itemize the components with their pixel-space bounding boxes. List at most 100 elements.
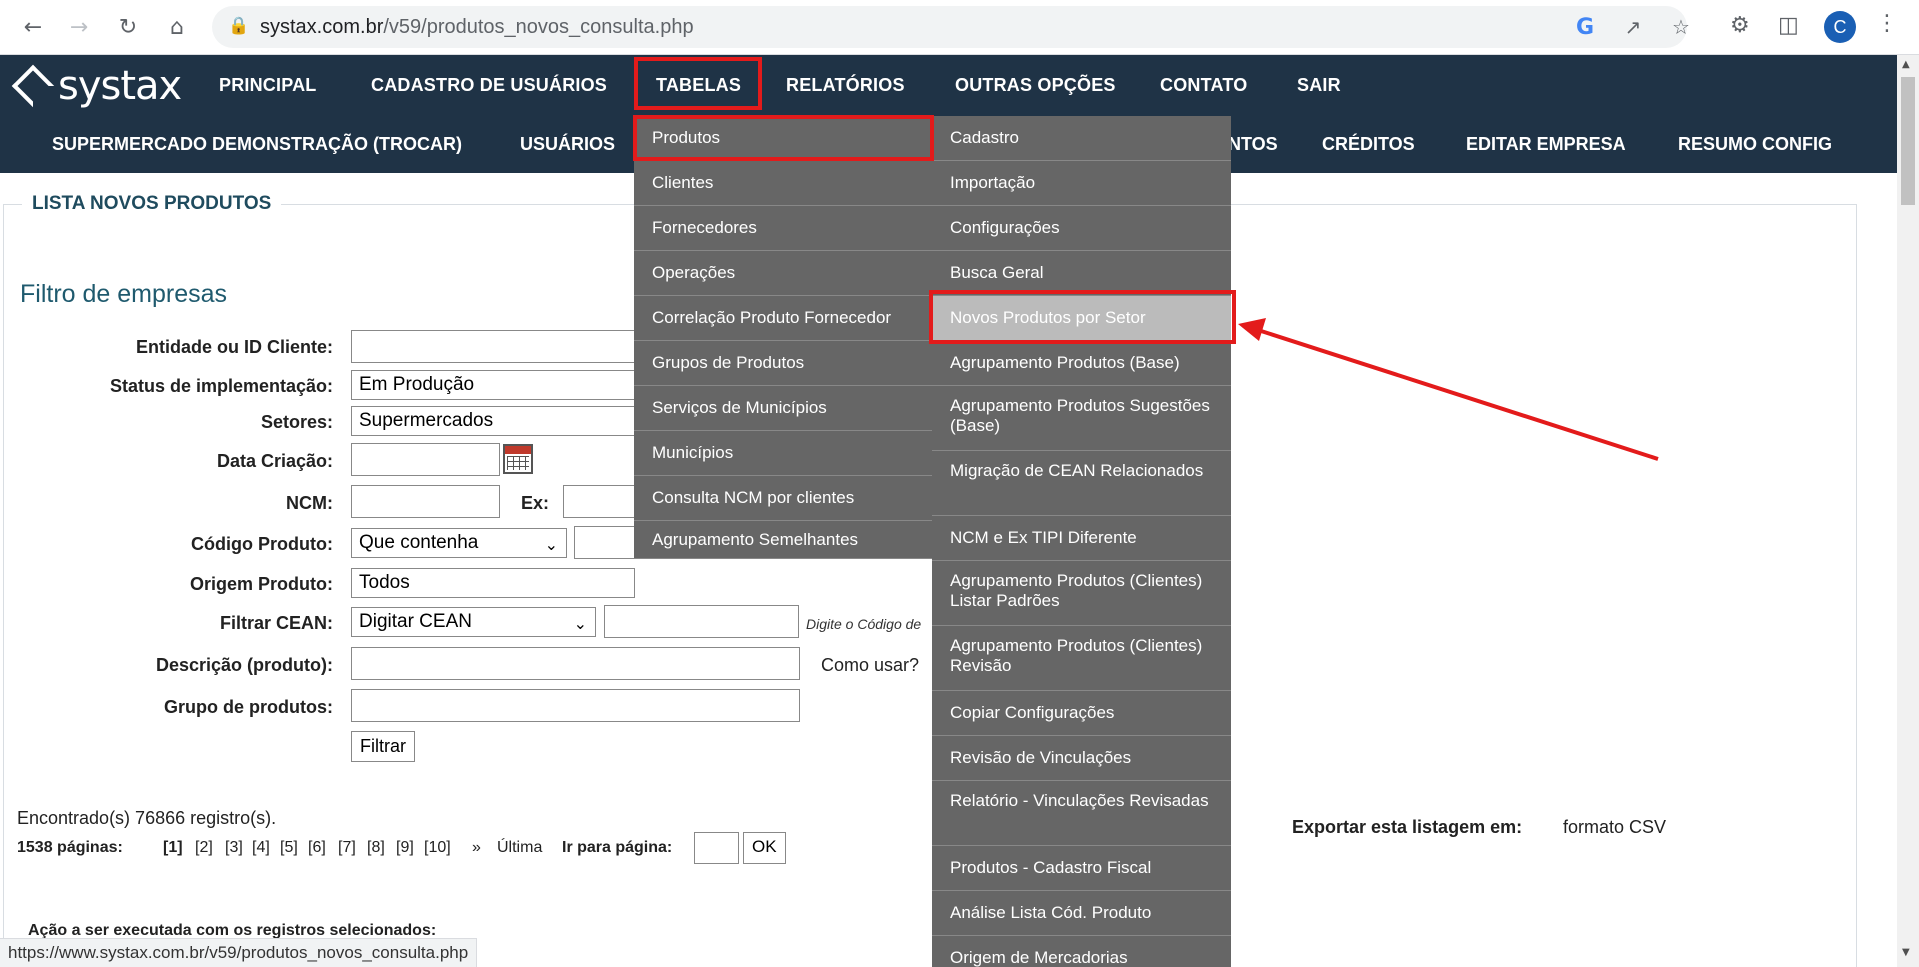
logo[interactable]: systax <box>11 63 182 109</box>
nav-principal[interactable]: PRINCIPAL <box>219 75 316 96</box>
data-criacao-input[interactable] <box>351 443 500 476</box>
menu-item-grupos-produtos[interactable]: Grupos de Produtos <box>634 341 933 386</box>
export-csv-link[interactable]: formato CSV <box>1563 817 1666 838</box>
submenu-item-agrupamento-sugestoes[interactable]: Agrupamento Produtos Sugestões (Base) <box>932 386 1231 451</box>
setores-select[interactable]: Supermercados <box>351 406 641 436</box>
submenu-item-revisao-vinculacoes[interactable]: Revisão de Vinculações <box>932 736 1231 781</box>
page-link[interactable]: [8] <box>367 839 385 857</box>
avatar[interactable]: C <box>1824 11 1856 43</box>
menu-item-agrupamento-semelhantes[interactable]: Agrupamento Semelhantes <box>634 521 933 559</box>
codigo-input[interactable] <box>574 526 635 559</box>
menu-item-correlacao[interactable]: Correlação Produto Fornecedor <box>634 296 933 341</box>
label-entidade: Entidade ou ID Cliente: <box>135 337 333 357</box>
back-icon[interactable]: ← <box>16 10 50 44</box>
grupo-input[interactable] <box>351 689 800 722</box>
menu-item-servicos-municipios[interactable]: Serviços de Municípios <box>634 386 933 431</box>
page-link[interactable]: [3] <box>225 839 243 857</box>
label-ex: Ex: <box>521 493 550 513</box>
goto-page-input[interactable] <box>694 832 739 864</box>
star-icon[interactable]: ☆ <box>1668 14 1694 40</box>
menu-item-clientes[interactable]: Clientes <box>634 161 933 206</box>
highlight-box-tabelas <box>634 57 762 110</box>
submenu-item-copiar-configuracoes[interactable]: Copiar Configurações <box>932 691 1231 736</box>
page-link[interactable]: [5] <box>280 839 298 857</box>
address-url: systax.com.br/v59/produtos_novos_consult… <box>260 16 694 38</box>
page-link[interactable]: [9] <box>396 839 414 857</box>
google-icon[interactable]: G <box>1572 14 1598 40</box>
share-icon[interactable]: ↗ <box>1620 14 1646 40</box>
submenu-item-cadastro-fiscal[interactable]: Produtos - Cadastro Fiscal <box>932 846 1231 891</box>
subnav-editar-empresa[interactable]: EDITAR EMPRESA <box>1466 134 1626 155</box>
como-usar-link[interactable]: Como usar? <box>821 655 919 676</box>
page-title: LISTA NOVOS PRODUTOS <box>22 193 282 215</box>
label-setores: Setores: <box>260 412 333 432</box>
label-descricao: Descrição (produto): <box>155 655 333 675</box>
subnav-empresa[interactable]: SUPERMERCADO DEMONSTRAÇÃO (TROCAR) <box>52 134 462 155</box>
lock-icon: 🔒 <box>228 16 250 36</box>
submenu-item-agrupamento-clientes-padroes[interactable]: Agrupamento Produtos (Clientes) Listar P… <box>932 561 1231 626</box>
label-origem: Origem Produto: <box>190 574 333 594</box>
submenu-item-analise-lista[interactable]: Análise Lista Cód. Produto <box>932 891 1231 936</box>
ok-button[interactable]: OK <box>743 832 786 864</box>
menu-icon[interactable]: ⋮ <box>1876 11 1898 36</box>
page-link[interactable]: [6] <box>308 839 326 857</box>
scroll-up-icon[interactable]: ▲ <box>1902 59 1910 70</box>
subnav-creditos[interactable]: CRÉDITOS <box>1322 134 1415 155</box>
entidade-input[interactable] <box>351 330 641 363</box>
page-link[interactable]: [7] <box>338 839 356 857</box>
chevron-down-icon: ⌄ <box>573 614 587 633</box>
forward-icon[interactable]: → <box>62 10 96 44</box>
submenu-item-importacao[interactable]: Importação <box>932 161 1231 206</box>
nav-relatorios[interactable]: RELATÓRIOS <box>786 75 905 96</box>
nav-contato[interactable]: CONTATO <box>1160 75 1247 96</box>
label-codigo: Código Produto: <box>191 534 333 554</box>
tabelas-menu: Produtos Clientes Fornecedores Operações… <box>634 116 933 559</box>
page-link[interactable]: [10] <box>424 839 451 857</box>
label-cean: Filtrar CEAN: <box>219 613 333 633</box>
cean-input[interactable] <box>604 605 799 638</box>
menu-item-fornecedores[interactable]: Fornecedores <box>634 206 933 251</box>
nav-sair[interactable]: SAIR <box>1297 75 1341 96</box>
ex-input[interactable] <box>563 485 635 518</box>
subnav-usuarios[interactable]: USUÁRIOS <box>520 134 615 155</box>
side-panel-icon[interactable]: ◫ <box>1778 13 1799 38</box>
submenu-item-migracao-cean[interactable]: Migração de CEAN Relacionados <box>932 451 1231 516</box>
filtrar-button[interactable]: Filtrar <box>351 731 415 762</box>
subnav-documentos[interactable]: NTOS <box>1228 134 1278 155</box>
codigo-mode-select[interactable]: Que contenha ⌄ <box>351 528 567 558</box>
menu-item-municipios[interactable]: Municípios <box>634 431 933 476</box>
ncm-input[interactable] <box>351 485 500 518</box>
nav-cadastro-usuarios[interactable]: CADASTRO DE USUÁRIOS <box>371 75 607 96</box>
submenu-item-relatorio-vinculacoes[interactable]: Relatório - Vinculações Revisadas <box>932 781 1231 846</box>
page-link[interactable]: [2] <box>195 839 213 857</box>
records-found: Encontrado(s) 76866 registro(s). <box>17 808 277 828</box>
origem-select[interactable]: Todos <box>351 568 635 598</box>
submenu-item-cadastro[interactable]: Cadastro <box>932 116 1231 161</box>
scroll-down-icon[interactable]: ▼ <box>1902 947 1910 958</box>
last-page-link[interactable]: Última <box>497 839 542 857</box>
descricao-input[interactable] <box>351 647 800 680</box>
menu-item-consulta-ncm[interactable]: Consulta NCM por clientes <box>634 476 933 521</box>
cean-mode-select[interactable]: Digitar CEAN ⌄ <box>351 607 596 637</box>
submenu-item-origem-mercadorias[interactable]: Origem de Mercadorias <box>932 936 1231 967</box>
label-ncm: NCM: <box>286 493 333 513</box>
reload-icon[interactable]: ↻ <box>111 10 145 44</box>
calendar-icon[interactable] <box>503 444 533 474</box>
submenu-item-configuracoes[interactable]: Configurações <box>932 206 1231 251</box>
next-page-link[interactable]: » <box>472 839 481 857</box>
submenu-item-ncm-ex-tipi[interactable]: NCM e Ex TIPI Diferente <box>932 516 1231 561</box>
nav-outras-opcoes[interactable]: OUTRAS OPÇÕES <box>955 75 1116 96</box>
label-status: Status de implementação: <box>109 376 333 396</box>
submenu-item-agrupamento-clientes-revisao[interactable]: Agrupamento Produtos (Clientes) Revisão <box>932 626 1231 691</box>
page-link[interactable]: [4] <box>252 839 270 857</box>
page-scrollbar[interactable]: ▲ ▼ <box>1897 55 1919 967</box>
home-icon[interactable]: ⌂ <box>160 10 194 44</box>
extensions-icon[interactable]: ⚙ <box>1730 13 1750 38</box>
menu-item-operacoes[interactable]: Operações <box>634 251 933 296</box>
address-bar[interactable]: 🔒 systax.com.br/v59/produtos_novos_consu… <box>212 6 1690 48</box>
subnav-resumo-config[interactable]: RESUMO CONFIG <box>1678 134 1832 155</box>
scroll-thumb[interactable] <box>1901 77 1915 205</box>
status-select[interactable]: Em Produção <box>351 370 641 400</box>
submenu-item-agrupamento-base[interactable]: Agrupamento Produtos (Base) <box>932 341 1231 386</box>
highlight-box-novos-produtos <box>929 290 1236 344</box>
